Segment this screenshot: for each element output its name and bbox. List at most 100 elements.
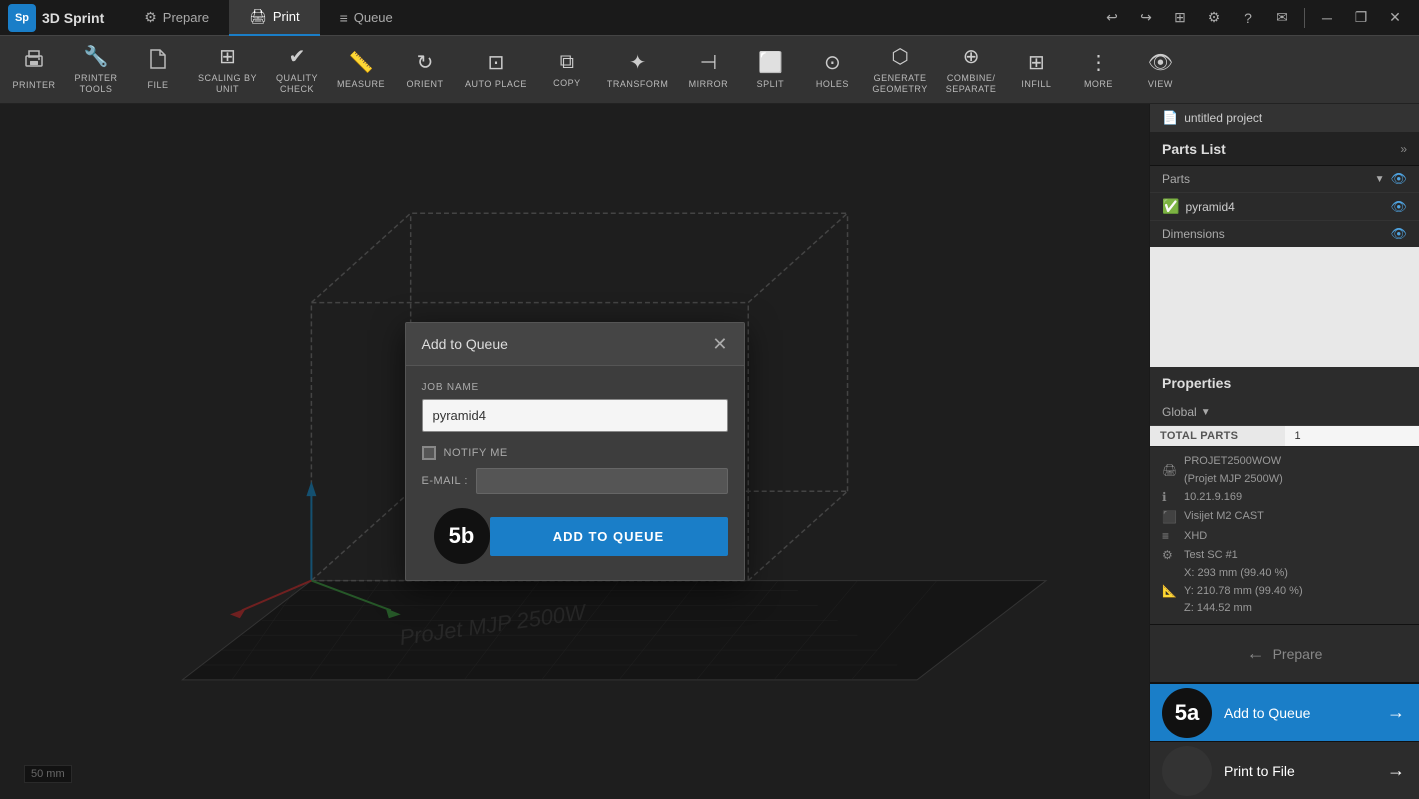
printer-icon <box>23 48 45 76</box>
step-5a-badge: 5a <box>1162 688 1212 738</box>
back-arrow-icon: ← <box>1247 643 1265 664</box>
status-xyz-row: 📐 X: 293 mm (99.40 %) Y: 210.78 mm (99.4… <box>1162 565 1407 618</box>
toolbar-measure-label: Measure <box>337 79 385 90</box>
status-resolution: XHD <box>1184 528 1207 546</box>
prop-val-total-parts: 1 <box>1285 426 1419 446</box>
dialog-close-button[interactable]: ✕ <box>712 335 727 353</box>
status-resolution-icon: ≡ <box>1162 527 1178 546</box>
split-icon: ⬜ <box>758 50 783 75</box>
printer-tools-icon: 🔧 <box>84 44 109 69</box>
dialog-title: Add to Queue <box>422 336 508 352</box>
add-to-queue-arrow-icon: → <box>1387 702 1405 723</box>
maximize-btn[interactable]: ❐ <box>1345 4 1377 32</box>
back-prepare-btn[interactable]: ← Prepare <box>1150 625 1419 683</box>
settings-btn[interactable]: ⚙ <box>1198 4 1230 32</box>
tab-print[interactable]: 🖨 Print <box>229 0 320 36</box>
main-content: ProJet MJP 2500W <box>0 104 1419 799</box>
mail-btn[interactable]: ✉ <box>1266 4 1298 32</box>
print-to-file-arrow-icon: → <box>1387 760 1405 781</box>
tab-queue[interactable]: ≡ Queue <box>320 0 413 36</box>
parts-list-expand[interactable]: » <box>1400 142 1407 156</box>
redo-btn[interactable]: ↪ <box>1130 4 1162 32</box>
toolbar-mirror[interactable]: ⊣ Mirror <box>678 36 738 103</box>
toolbar-file[interactable]: File <box>128 36 188 103</box>
print-to-file-label: Print to File <box>1224 763 1387 779</box>
status-material-row: ⬛ Visijet M2 CAST <box>1162 508 1407 527</box>
toolbar-more-label: More <box>1084 79 1113 90</box>
prop-total-parts: TOTAL PARTS 1 <box>1150 426 1419 446</box>
toolbar-printer-tools[interactable]: 🔧 PRINTERTOOLS <box>66 36 126 103</box>
add-to-queue-btn[interactable]: 5a Add to Queue → <box>1150 683 1419 741</box>
close-btn[interactable]: ✕ <box>1379 4 1411 32</box>
toolbar-scaling-label: SCALING BYUNIT <box>198 73 257 95</box>
status-printer-icon: 🖨 <box>1162 461 1178 480</box>
toolbar-more[interactable]: ⋮ More <box>1068 36 1128 103</box>
print-to-file-btn[interactable]: Print to File → <box>1150 741 1419 799</box>
dimensions-eye-btn[interactable]: 👁 <box>1390 226 1407 242</box>
toolbar-view[interactable]: 👁 View <box>1130 36 1190 103</box>
nav-tabs: ⚙ Prepare 🖨 Print ≡ Queue <box>124 0 1096 36</box>
toolbar-split[interactable]: ⬜ Split <box>740 36 800 103</box>
notify-checkbox[interactable] <box>422 446 436 460</box>
notify-label: Notify Me <box>444 447 508 459</box>
part-name: pyramid4 <box>1185 200 1384 214</box>
status-material-icon: ⬛ <box>1162 508 1178 527</box>
status-printer-name: PROJET2500WOW (Projet MJP 2500W) <box>1184 453 1283 488</box>
email-input[interactable] <box>476 468 728 494</box>
back-label: Prepare <box>1273 646 1323 662</box>
toolbar-printer-label: Printer <box>12 80 55 91</box>
properties-title: Properties <box>1162 375 1231 391</box>
minimize-btn[interactable]: ─ <box>1311 4 1343 32</box>
toolbar-copy-label: Copy <box>553 78 581 89</box>
parts-list-title: Parts List <box>1162 141 1226 157</box>
dialog-body: Job Name Notify Me E-Mail : <box>406 366 744 580</box>
toolbar-mirror-label: Mirror <box>689 79 729 90</box>
parts-list-header: Parts List » <box>1150 133 1419 166</box>
part-eye-btn[interactable]: 👁 <box>1390 199 1407 215</box>
infill-icon: ⊞ <box>1028 50 1045 75</box>
holes-icon: ⊙ <box>824 50 841 75</box>
viewport[interactable]: ProJet MJP 2500W <box>0 104 1149 799</box>
properties-data: TOTAL PARTS 1 TOTAL TRIANGLES 19,334 TOT… <box>1150 426 1419 446</box>
prop-key-total-parts: TOTAL PARTS <box>1150 426 1285 446</box>
tab-prepare[interactable]: ⚙ Prepare <box>124 0 229 36</box>
toolbar-autoplace[interactable]: ⊡ AUTO PLACE <box>457 36 535 103</box>
toolbar-combine[interactable]: ⊕ COMBINE/SEPARATE <box>938 36 1005 103</box>
prepare-icon: ⚙ <box>144 9 157 26</box>
toolbar-infill[interactable]: ⊞ Infill <box>1006 36 1066 103</box>
job-name-input[interactable] <box>422 399 728 432</box>
parts-visibility-btn[interactable]: 👁 <box>1390 171 1407 187</box>
toolbar-holes[interactable]: ⊙ Holes <box>802 36 862 103</box>
toolbar-transform[interactable]: ✦ Transform <box>599 36 677 103</box>
global-dropdown-icon[interactable]: ▼ <box>1201 407 1211 418</box>
dialog-overlay: Add to Queue ✕ Job Name Notify Me E-Mail… <box>0 104 1149 799</box>
toolbar-printer[interactable]: Printer <box>4 36 64 103</box>
email-label: E-Mail : <box>422 475 468 487</box>
part-item-pyramid4: ✅ pyramid4 👁 <box>1150 193 1419 221</box>
global-label: Global <box>1162 405 1197 419</box>
toolbar-orient[interactable]: ↻ Orient <box>395 36 455 103</box>
right-panel: 📄 untitled project Parts List » Parts ▼ … <box>1149 104 1419 799</box>
project-name: untitled project <box>1184 111 1262 125</box>
toolbar-measure[interactable]: 📏 Measure <box>329 36 393 103</box>
undo-btn[interactable]: ↩ <box>1096 4 1128 32</box>
add-to-queue-submit-button[interactable]: Add to Queue <box>490 517 728 556</box>
toolbar-scaling[interactable]: ⊞ SCALING BYUNIT <box>190 36 265 103</box>
measure-icon: 📏 <box>349 50 374 75</box>
toolbar-generate[interactable]: ⬡ GENERATEGEOMETRY <box>864 36 935 103</box>
toolbar-autoplace-label: AUTO PLACE <box>465 79 527 90</box>
toolbar-copy[interactable]: ⧉ Copy <box>537 36 597 103</box>
app-logo: Sp <box>8 4 36 32</box>
toolbar-infill-label: Infill <box>1021 79 1051 90</box>
grid-btn[interactable]: ⊞ <box>1164 4 1196 32</box>
help-btn[interactable]: ? <box>1232 4 1264 32</box>
toolbar-printer-tools-label: PRINTERTOOLS <box>74 73 117 95</box>
toolbar-quality-label: QUALITYCHECK <box>276 73 318 95</box>
status-ip-icon: ℹ <box>1162 488 1178 507</box>
job-name-label: Job Name <box>422 382 728 393</box>
generate-icon: ⬡ <box>891 44 908 69</box>
toolbar-quality[interactable]: ✔ QUALITYCHECK <box>267 36 327 103</box>
print-to-file-badge <box>1162 746 1212 796</box>
toolbar-transform-label: Transform <box>607 79 669 90</box>
add-to-queue-dialog: Add to Queue ✕ Job Name Notify Me E-Mail… <box>405 322 745 581</box>
